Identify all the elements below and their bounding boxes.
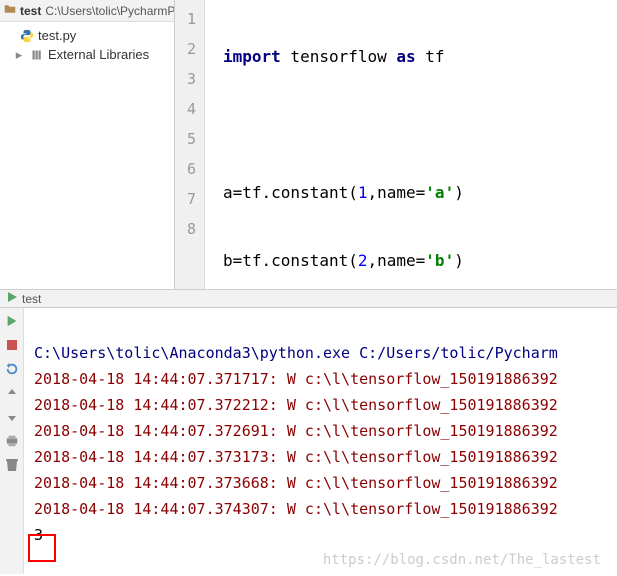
run-panel: test C:\Users\tolic\Anaconda3\python.exe… (0, 290, 617, 574)
console-warning: 2018-04-18 14:44:07.373668: W c:\l\tenso… (34, 474, 558, 492)
tree-file-label: test.py (38, 28, 76, 43)
line-number: 7 (175, 184, 204, 214)
console-output[interactable]: C:\Users\tolic\Anaconda3\python.exe C:/U… (24, 308, 617, 574)
project-panel: test C:\Users\tolic\PycharmPr test.py ▸ … (0, 0, 175, 289)
run-toolbar (0, 308, 24, 574)
console-warning: 2018-04-18 14:44:07.373173: W c:\l\tenso… (34, 448, 558, 466)
stop-button[interactable] (3, 336, 21, 354)
console-warning: 2018-04-18 14:44:07.372212: W c:\l\tenso… (34, 396, 558, 414)
editor-gutter: 1 2 3 4 5 6 7 8 (175, 0, 205, 289)
line-number: 3 (175, 64, 204, 94)
editor-panel: 1 2 3 4 5 6 7 8 import tensorflow as tf … (175, 0, 617, 289)
line-number: 4 (175, 94, 204, 124)
down-button[interactable] (3, 408, 21, 426)
code-line-1: import tensorflow as tf (223, 42, 617, 72)
code-editor[interactable]: import tensorflow as tf a=tf.constant(1,… (205, 0, 617, 289)
tree-file-testpy[interactable]: test.py (0, 26, 174, 45)
python-file-icon (20, 29, 34, 43)
project-tree: test.py ▸ External Libraries (0, 22, 174, 68)
up-button[interactable] (3, 384, 21, 402)
console-result: 3 (34, 526, 43, 544)
breadcrumb-path: C:\Users\tolic\PycharmPr (45, 4, 174, 18)
breadcrumb-project: test (20, 4, 41, 18)
console-wrap: C:\Users\tolic\Anaconda3\python.exe C:/U… (0, 308, 617, 574)
trash-button[interactable] (3, 456, 21, 474)
run-tab-bar[interactable]: test (0, 290, 617, 308)
tree-external-libraries[interactable]: ▸ External Libraries (0, 45, 174, 64)
console-command: C:\Users\tolic\Anaconda3\python.exe C:/U… (34, 344, 558, 362)
console-warning: 2018-04-18 14:44:07.372691: W c:\l\tenso… (34, 422, 558, 440)
line-number: 5 (175, 124, 204, 154)
console-warning: 2018-04-18 14:44:07.371717: W c:\l\tenso… (34, 370, 558, 388)
breadcrumb[interactable]: test C:\Users\tolic\PycharmPr (0, 0, 174, 22)
console-warning: 2018-04-18 14:44:07.374307: W c:\l\tenso… (34, 500, 558, 518)
code-line-4: b=tf.constant(2,name='b') (223, 246, 617, 276)
line-number: 8 (175, 214, 204, 244)
line-number: 2 (175, 34, 204, 64)
restart-button[interactable] (3, 360, 21, 378)
run-tab-label: test (22, 292, 41, 306)
tree-external-label: External Libraries (48, 47, 149, 62)
chevron-right-icon: ▸ (12, 48, 26, 62)
run-icon (6, 291, 18, 306)
code-line-2 (223, 110, 617, 140)
line-number: 6 (175, 154, 204, 184)
rerun-button[interactable] (3, 312, 21, 330)
library-icon (30, 48, 44, 62)
line-number: 1 (175, 4, 204, 34)
print-button[interactable] (3, 432, 21, 450)
top-pane: test C:\Users\tolic\PycharmPr test.py ▸ … (0, 0, 617, 290)
code-line-3: a=tf.constant(1,name='a') (223, 178, 617, 208)
folder-icon (4, 3, 16, 18)
